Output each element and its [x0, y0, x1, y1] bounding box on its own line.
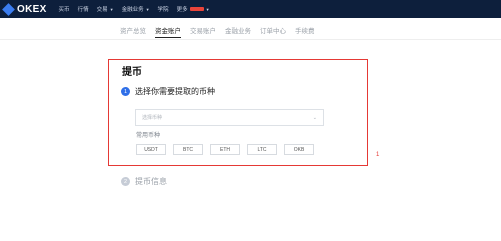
nav-item-more[interactable]: 更多 ▼: [176, 5, 210, 14]
step-2: 2 提币信息: [121, 176, 167, 187]
main-nav: 买币 行情 交易 ▼ 金融业务 ▼ 学院 更多 ▼: [59, 5, 218, 14]
annotation-label: 1: [376, 152, 380, 158]
nav-item-label: 行情: [77, 7, 89, 13]
nav-item-academy[interactable]: 学院: [158, 5, 169, 13]
tab-funding-account[interactable]: 资金账户: [155, 25, 181, 38]
chevron-down-icon: ▼: [109, 6, 114, 12]
tab-finance[interactable]: 金融业务: [225, 25, 251, 38]
tab-asset-overview[interactable]: 资产总览: [120, 25, 146, 38]
step-number-badge: 2: [121, 177, 130, 186]
top-navigation-bar: OKEX 买币 行情 交易 ▼ 金融业务 ▼ 学院 更多 ▼: [0, 0, 501, 18]
logo-text: OKEX: [17, 3, 47, 15]
hot-badge: [189, 7, 204, 11]
nav-item-markets[interactable]: 行情: [78, 5, 89, 13]
okex-logo[interactable]: OKEX: [2, 2, 47, 16]
nav-item-trade[interactable]: 交易 ▼: [96, 5, 114, 14]
step-label: 提币信息: [135, 177, 167, 186]
nav-item-label: 金融业务: [121, 7, 144, 13]
tabs-divider: [0, 39, 501, 40]
chevron-down-icon: ▼: [205, 6, 210, 12]
nav-item-finance[interactable]: 金融业务 ▼: [121, 5, 150, 14]
logo-diamond-icon: [2, 2, 15, 16]
nav-item-buy-crypto[interactable]: 买币: [59, 5, 70, 13]
nav-item-label: 买币: [58, 7, 70, 13]
highlight-annotation-box: [108, 59, 368, 166]
nav-item-label: 学院: [157, 7, 169, 13]
tab-fees[interactable]: 手续费: [295, 25, 315, 38]
tab-order-center[interactable]: 订单中心: [260, 25, 286, 38]
tab-trading-account[interactable]: 交易账户: [190, 25, 216, 38]
account-tabs: 资产总览 资金账户 交易账户 金融业务 订单中心 手续费: [120, 25, 324, 38]
chevron-down-icon: ▼: [145, 6, 150, 12]
nav-item-label: 交易: [96, 7, 108, 13]
nav-item-label: 更多: [176, 7, 188, 13]
